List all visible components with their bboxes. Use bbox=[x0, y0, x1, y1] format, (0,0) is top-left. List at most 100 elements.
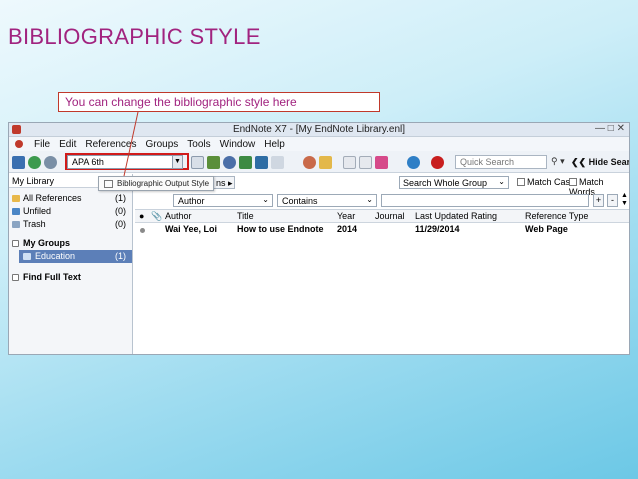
sidebar-group-label: My Groups bbox=[23, 238, 71, 248]
column-journal[interactable]: Journal bbox=[375, 211, 405, 221]
help-icon[interactable] bbox=[431, 156, 444, 169]
slide-title: BIBLIOGRAPHIC STYLE bbox=[8, 24, 261, 49]
menu-tools[interactable]: Tools bbox=[187, 139, 210, 150]
column-reference-type[interactable]: Reference Type bbox=[525, 211, 588, 221]
word-icon[interactable] bbox=[375, 156, 388, 169]
import-icon[interactable] bbox=[207, 156, 220, 169]
checkbox-box[interactable] bbox=[569, 178, 577, 186]
field-select[interactable]: Author ⌄ bbox=[173, 194, 273, 207]
sidebar-item-label: Trash bbox=[23, 219, 46, 229]
options-label: ns bbox=[216, 178, 226, 188]
window-title: EndNote X7 - [My EndNote Library.enl] bbox=[232, 124, 406, 135]
online-mode-icon[interactable] bbox=[28, 156, 41, 169]
column-rating[interactable]: Rating bbox=[471, 211, 497, 221]
content-area: My Library All References (1) Unfiled (0… bbox=[9, 174, 629, 354]
chevron-down-icon: ⌄ bbox=[262, 195, 269, 204]
sidebar-find-full-text[interactable]: Find Full Text bbox=[9, 271, 132, 284]
sidebar-my-groups[interactable]: My Groups bbox=[9, 237, 132, 250]
callout-box: You can change the bibliographic style h… bbox=[58, 92, 380, 112]
cell-last-updated: 11/29/2014 bbox=[415, 224, 460, 234]
search-term-input[interactable] bbox=[381, 194, 589, 207]
find-full-text-icon[interactable] bbox=[271, 156, 284, 169]
format-bibliography-icon[interactable] bbox=[359, 156, 372, 169]
sidebar-item-label: All References bbox=[23, 193, 82, 203]
folder-icon bbox=[12, 195, 20, 202]
tooltip-text: Bibliographic Output Style bbox=[117, 179, 210, 188]
checkbox-box[interactable] bbox=[517, 178, 525, 186]
menu-file[interactable]: File bbox=[34, 139, 50, 150]
online-search-icon[interactable] bbox=[223, 156, 236, 169]
bibliographic-style-select[interactable]: APA 6th ▼ bbox=[67, 155, 183, 169]
menu-references[interactable]: References bbox=[85, 139, 136, 150]
insert-citation-icon[interactable] bbox=[343, 156, 356, 169]
titlebar: EndNote X7 - [My EndNote Library.enl] — … bbox=[9, 123, 629, 137]
column-last-updated[interactable]: Last Updated bbox=[415, 211, 469, 221]
download-icon[interactable] bbox=[239, 156, 252, 169]
search-criteria-row: Author ⌄ Contains ⌄ + - ▲ ▼ bbox=[135, 190, 629, 210]
field-select-value: Author bbox=[178, 196, 205, 206]
column-author[interactable]: Author bbox=[165, 211, 192, 221]
search-scope-value: Search Whole Group bbox=[403, 178, 488, 188]
cell-title: How to use Endnote bbox=[237, 224, 324, 234]
menu-edit[interactable]: Edit bbox=[59, 139, 76, 150]
cell-reference-type: Web Page bbox=[525, 224, 568, 234]
column-title[interactable]: Title bbox=[237, 211, 254, 221]
menubar: File Edit References Groups Tools Window… bbox=[9, 137, 629, 151]
sidebar-item-count: (1) bbox=[115, 193, 126, 203]
chevron-down-icon: ⌄ bbox=[498, 177, 505, 186]
endnote-window: EndNote X7 - [My EndNote Library.enl] — … bbox=[8, 122, 630, 355]
sync-icon[interactable] bbox=[407, 156, 420, 169]
sidebar-group-label: Find Full Text bbox=[23, 272, 81, 282]
style-icon bbox=[104, 180, 113, 188]
remove-criteria-button[interactable]: - bbox=[607, 194, 618, 207]
export-icon[interactable] bbox=[255, 156, 268, 169]
style-tooltip: Bibliographic Output Style bbox=[98, 176, 214, 191]
chevron-down-icon: ⌄ bbox=[366, 195, 373, 204]
open-link-icon[interactable] bbox=[303, 156, 316, 169]
read-status-icon[interactable] bbox=[140, 228, 145, 233]
sidebar-item-trash[interactable]: Trash (0) bbox=[9, 218, 132, 231]
style-select-value: APA 6th bbox=[72, 157, 104, 167]
status-column-icon[interactable]: ● bbox=[139, 211, 144, 221]
hide-search-button[interactable]: ❮❮ Hide Search Pa bbox=[571, 157, 630, 168]
sidebar-item-count: (0) bbox=[115, 206, 126, 216]
expand-icon[interactable] bbox=[12, 274, 19, 281]
scroll-arrows-icon[interactable]: ▲ ▼ bbox=[621, 192, 628, 208]
hide-search-label: Hide Search Pa bbox=[588, 157, 630, 167]
sidebar-item-count: (1) bbox=[115, 251, 126, 261]
sidebar-item-label: Unfiled bbox=[23, 206, 52, 216]
library-mode-icon[interactable] bbox=[12, 156, 25, 169]
search-scope-select[interactable]: Search Whole Group ⌄ bbox=[399, 176, 509, 189]
menu-window[interactable]: Window bbox=[220, 139, 256, 150]
new-reference-icon[interactable] bbox=[191, 156, 204, 169]
cell-year: 2014 bbox=[337, 224, 358, 234]
collapse-icon[interactable] bbox=[12, 240, 19, 247]
paperclip-icon[interactable]: 📎 bbox=[151, 211, 162, 222]
table-header: ● 📎 Author Title Year Journal Last Updat… bbox=[135, 210, 629, 223]
match-case-checkbox[interactable]: Match Case bbox=[517, 177, 575, 187]
sidebar-item-unfiled[interactable]: Unfiled (0) bbox=[9, 205, 132, 218]
group-icon bbox=[23, 253, 31, 260]
quick-search-input[interactable]: Quick Search bbox=[455, 155, 547, 169]
add-criteria-button[interactable]: + bbox=[593, 194, 604, 207]
search-icon[interactable]: ⚲ ▾ bbox=[551, 156, 565, 167]
menu-help[interactable]: Help bbox=[264, 139, 285, 150]
operator-select[interactable]: Contains ⌄ bbox=[277, 194, 377, 207]
toolbar: APA 6th ▼ Quick Search ⚲ ▾ ❮❮ Hide Searc… bbox=[9, 151, 629, 173]
menu-logo-icon[interactable] bbox=[15, 140, 23, 148]
chevron-down-icon[interactable]: ▼ bbox=[172, 156, 182, 168]
match-case-label: Match Case bbox=[527, 177, 576, 187]
menu-groups[interactable]: Groups bbox=[146, 139, 179, 150]
folder-icon bbox=[12, 208, 20, 215]
window-controls[interactable]: — □ ✕ bbox=[595, 123, 625, 134]
trash-icon bbox=[12, 221, 20, 228]
open-file-icon[interactable] bbox=[319, 156, 332, 169]
integrated-mode-icon[interactable] bbox=[44, 156, 57, 169]
sidebar-item-label: Education bbox=[35, 251, 76, 261]
sidebar-item-all-references[interactable]: All References (1) bbox=[9, 192, 132, 205]
cell-author: Wai Yee, Loi bbox=[165, 224, 218, 234]
column-year[interactable]: Year bbox=[337, 211, 355, 221]
table-row[interactable]: Wai Yee, Loi How to use Endnote 2014 11/… bbox=[135, 223, 629, 237]
sidebar-item-education[interactable]: Education (1) bbox=[19, 250, 132, 263]
arrow-right-icon: ▸ bbox=[228, 178, 233, 188]
